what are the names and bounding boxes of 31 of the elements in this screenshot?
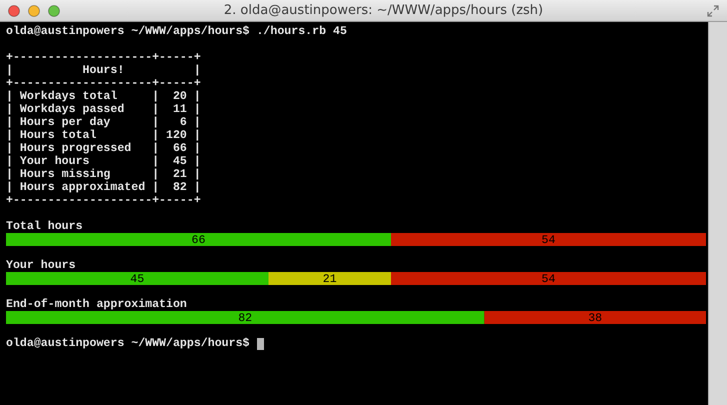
terminal-prompt: olda@austinpowers ~/WWW/apps/hours$ (6, 337, 250, 350)
terminal-line: olda@austinpowers ~/WWW/apps/hours$ ./hours.rb 45 (6, 25, 347, 38)
chart-title: End-of-month approximation (6, 298, 187, 311)
terminal-line: +--------------------+-----+ (6, 77, 201, 90)
fullscreen-icon[interactable] (707, 4, 719, 16)
data-label: 66 (192, 234, 206, 246)
terminal-line: | Your hours | 45 | (6, 155, 201, 168)
data-label: 45 (130, 273, 144, 285)
cursor (256, 338, 264, 350)
terminal-line: | Workdays passed | 11 | (6, 103, 201, 116)
data-label: 21 (322, 273, 337, 285)
data-label: 54 (542, 234, 556, 246)
window-title: 2. olda@austinpowers: ~/WWW/apps/hours (zsh) (222, 3, 544, 18)
terminal-line: +--------------------+-----+ (6, 51, 201, 64)
data-label: 82 (238, 312, 252, 324)
terminal-line: | Hours progressed | 66 | (6, 142, 201, 155)
data-label: 54 (542, 273, 556, 285)
terminal-line: | Workdays total | 20 | (6, 90, 201, 103)
terminal-line: | Hours total | 120 | (6, 129, 201, 142)
chart-title: Total hours (6, 220, 83, 233)
scrollbar[interactable] (708, 22, 727, 405)
close-icon[interactable] (8, 4, 20, 16)
zoom-icon[interactable] (48, 4, 60, 16)
terminal-line: | Hours per day | 6 | (6, 116, 201, 129)
terminal-line: +--------------------+-----+ (6, 194, 201, 207)
chart-title: Your hours (6, 259, 76, 272)
data-label: 38 (588, 312, 602, 324)
terminal-line: | Hours! | (6, 64, 201, 77)
terminal-line: | Hours approximated | 82 | (6, 181, 201, 194)
minimize-icon[interactable] (28, 4, 40, 16)
terminal-line: | Hours missing | 21 | (6, 168, 201, 181)
